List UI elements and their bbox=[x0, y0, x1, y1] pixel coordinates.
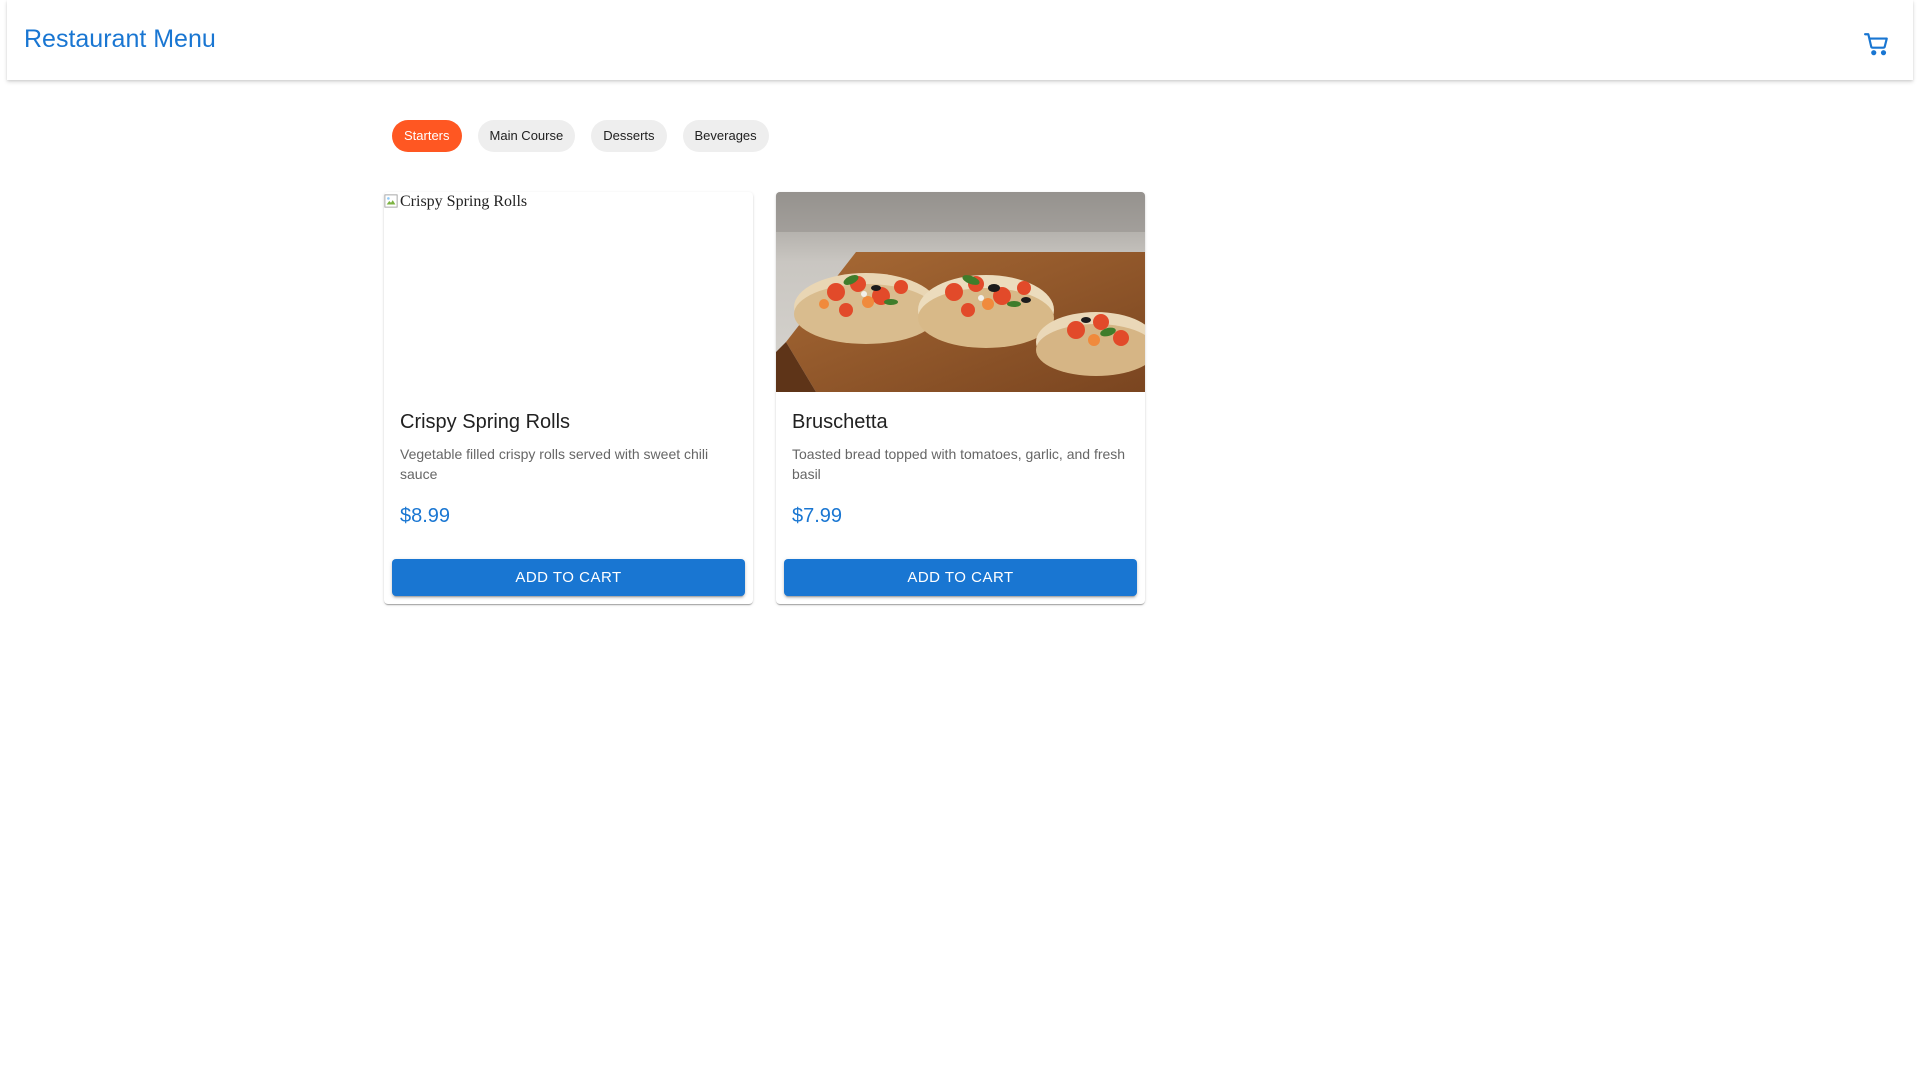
broken-image-icon bbox=[384, 194, 398, 208]
broken-image-alt: Crispy Spring Rolls bbox=[384, 193, 527, 211]
menu-item-image: Crispy Spring Rolls bbox=[384, 192, 753, 392]
card-content: Crispy Spring Rolls Vegetable filled cri… bbox=[384, 392, 753, 530]
category-chip-main-course[interactable]: Main Course bbox=[477, 120, 576, 152]
menu-item-description: Vegetable filled crispy rolls served wit… bbox=[400, 446, 709, 482]
category-chip-starters[interactable]: Starters bbox=[392, 120, 462, 152]
bruschetta-photo bbox=[776, 192, 1145, 392]
menu-item-card: Bruschetta Toasted bread topped with tom… bbox=[776, 192, 1145, 604]
image-alt-text: Crispy Spring Rolls bbox=[400, 193, 528, 210]
add-to-cart-button[interactable]: ADD TO CART bbox=[784, 559, 1137, 596]
app-header: Restaurant Menu bbox=[7, 0, 1913, 80]
menu-item-price: $8.99 bbox=[400, 505, 451, 527]
menu-item-card: Crispy Spring Rolls Crispy Spring Rolls … bbox=[384, 192, 753, 604]
menu-item-name: Crispy Spring Rolls bbox=[400, 411, 571, 433]
cart-icon bbox=[1864, 33, 1888, 56]
menu-item-description: Toasted bread topped with tomatoes, garl… bbox=[792, 446, 1126, 482]
category-tabs: Starters Main Course Desserts Beverages bbox=[392, 120, 769, 152]
category-chip-beverages[interactable]: Beverages bbox=[682, 120, 769, 152]
card-content: Bruschetta Toasted bread topped with tom… bbox=[776, 392, 1145, 530]
menu-item-price: $7.99 bbox=[792, 505, 843, 527]
app-title: Restaurant Menu bbox=[24, 25, 216, 53]
menu-item-image bbox=[776, 192, 1145, 392]
menu-item-name: Bruschetta bbox=[792, 411, 888, 433]
add-to-cart-button[interactable]: ADD TO CART bbox=[392, 559, 745, 596]
cart-button[interactable] bbox=[1860, 27, 1894, 61]
category-chip-desserts[interactable]: Desserts bbox=[591, 120, 667, 152]
